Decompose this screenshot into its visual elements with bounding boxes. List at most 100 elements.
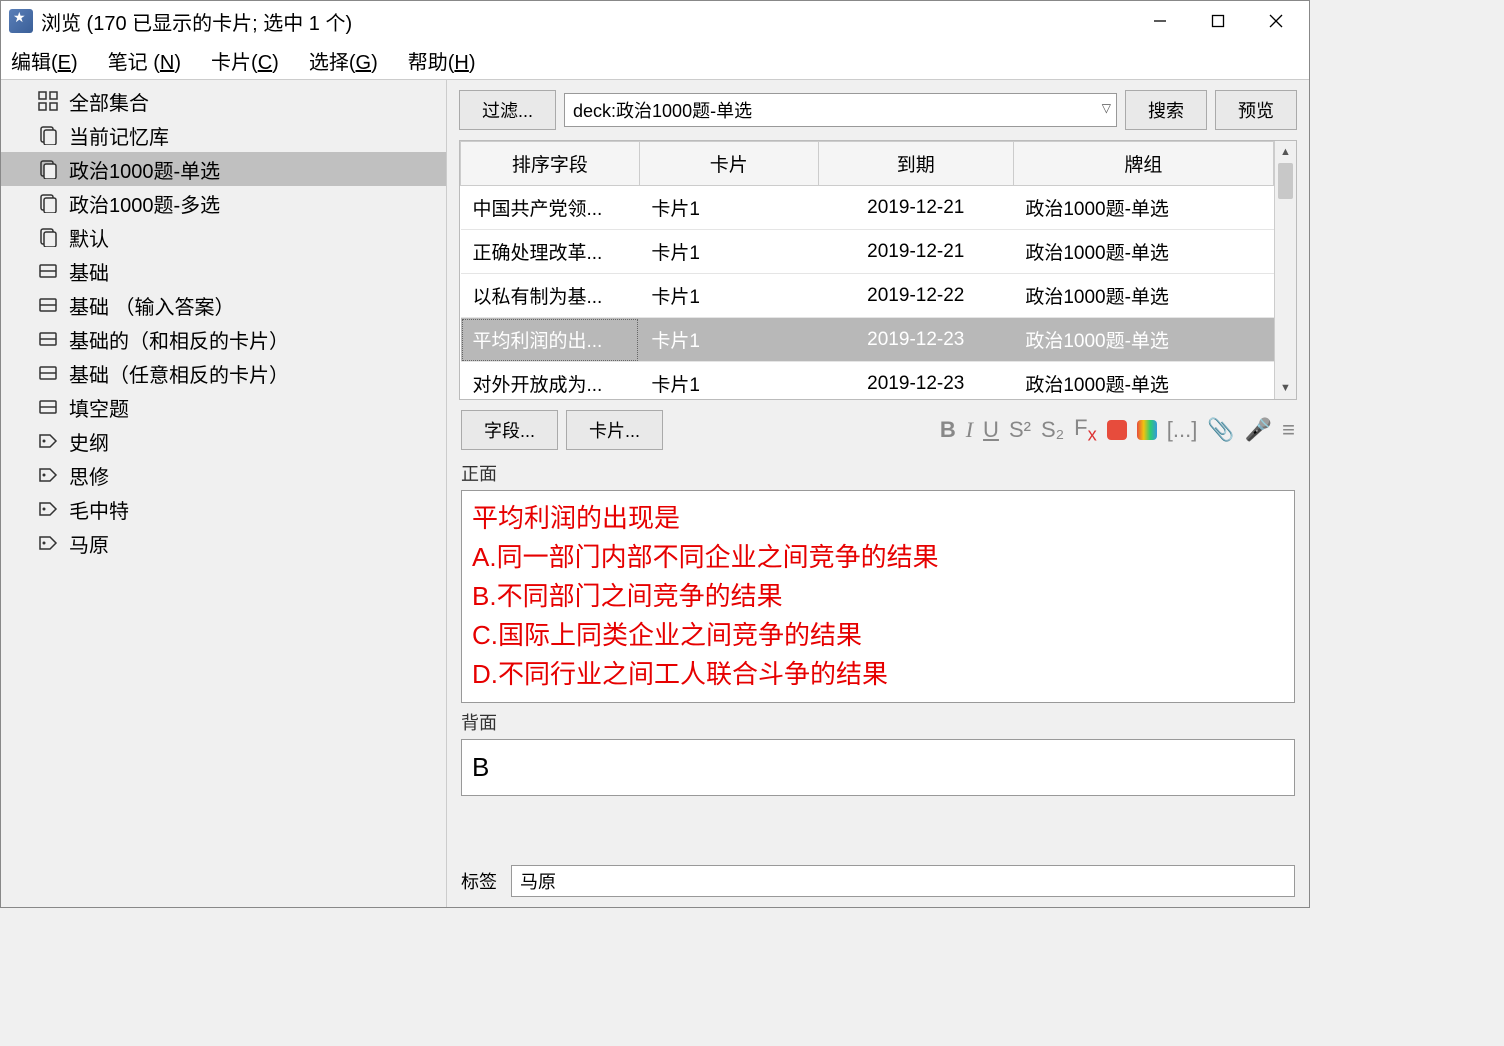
underline-icon[interactable]: U <box>983 417 999 443</box>
tag-icon <box>37 499 59 519</box>
tag-icon <box>37 431 59 451</box>
note-icon <box>37 295 59 315</box>
sidebar-item-label: 全部集合 <box>69 87 149 116</box>
sidebar-item-label: 填空题 <box>69 393 129 422</box>
scroll-up-icon[interactable]: ▲ <box>1275 141 1296 163</box>
minimize-button[interactable] <box>1131 2 1189 40</box>
table-header-row: 排序字段 卡片 到期 牌组 <box>461 142 1274 186</box>
deck-icon <box>37 159 59 179</box>
sidebar-item-label: 基础（任意相反的卡片） <box>69 359 289 388</box>
col-sort[interactable]: 排序字段 <box>461 142 640 186</box>
main-panel: 过滤... ▽ 搜索 预览 排序字段 卡片 到期 牌组 <box>447 80 1309 907</box>
fields-button[interactable]: 字段... <box>461 410 558 450</box>
sidebar-item[interactable]: 思修 <box>1 458 446 492</box>
maximize-button[interactable] <box>1189 2 1247 40</box>
subscript-icon[interactable]: S₂ <box>1041 417 1064 443</box>
sidebar-item-label: 基础 <box>69 257 109 286</box>
table-row[interactable]: 中国共产党领...卡片12019-12-21政治1000题-单选 <box>461 186 1274 230</box>
titlebar: 浏览 (170 已显示的卡片; 选中 1 个) <box>1 1 1309 41</box>
tag-icon <box>37 465 59 485</box>
sidebar-item-label: 基础 （输入答案） <box>69 291 235 320</box>
front-field[interactable]: 平均利润的出现是A.同一部门内部不同企业之间竞争的结果B.不同部门之间竞争的结果… <box>461 490 1295 703</box>
note-icon <box>37 329 59 349</box>
menu-edit[interactable]: 编辑(E) <box>11 46 78 75</box>
bold-icon[interactable]: B <box>940 417 956 443</box>
sidebar-item[interactable]: 基础 （输入答案） <box>1 288 446 322</box>
sidebar-item[interactable]: 全部集合 <box>1 84 446 118</box>
back-field[interactable]: B <box>461 739 1295 796</box>
search-button[interactable]: 搜索 <box>1125 90 1207 130</box>
content: 全部集合当前记忆库政治1000题-单选政治1000题-多选默认基础基础 （输入答… <box>1 79 1309 907</box>
sidebar-item[interactable]: 填空题 <box>1 390 446 424</box>
browse-window: 浏览 (170 已显示的卡片; 选中 1 个) 编辑(E) 笔记 (N) 卡片(… <box>0 0 1310 908</box>
menu-select[interactable]: 选择(G) <box>309 46 378 75</box>
back-label: 背面 <box>461 709 1295 735</box>
deck-icon <box>37 227 59 247</box>
sidebar-item[interactable]: 政治1000题-多选 <box>1 186 446 220</box>
table-row[interactable]: 对外开放成为...卡片12019-12-23政治1000题-单选 <box>461 362 1274 400</box>
preview-button[interactable]: 预览 <box>1215 90 1297 130</box>
more-icon[interactable]: ≡ <box>1282 417 1295 443</box>
format-icons: B I U S² S₂ Fx [...] 📎 🎤 ≡ <box>940 415 1295 445</box>
tags-row: 标签 <box>447 859 1309 907</box>
note-icon <box>37 397 59 417</box>
cards-button[interactable]: 卡片... <box>566 410 663 450</box>
note-icon <box>37 261 59 281</box>
col-deck[interactable]: 牌组 <box>1013 142 1273 186</box>
table-row[interactable]: 正确处理改革...卡片12019-12-21政治1000题-单选 <box>461 230 1274 274</box>
record-icon[interactable]: 🎤 <box>1245 417 1272 443</box>
text-color-icon[interactable] <box>1107 420 1127 440</box>
window-title: 浏览 (170 已显示的卡片; 选中 1 个) <box>41 7 1131 36</box>
col-due[interactable]: 到期 <box>818 142 1013 186</box>
sidebar-item[interactable]: 基础的（和相反的卡片） <box>1 322 446 356</box>
superscript-icon[interactable]: S² <box>1009 417 1031 443</box>
sidebar-item[interactable]: 基础（任意相反的卡片） <box>1 356 446 390</box>
close-button[interactable] <box>1247 2 1305 40</box>
cloze-icon[interactable]: [...] <box>1167 417 1198 443</box>
menu-help[interactable]: 帮助(H) <box>408 46 476 75</box>
note-icon <box>37 363 59 383</box>
sidebar-item-label: 毛中特 <box>69 495 129 524</box>
filter-button[interactable]: 过滤... <box>459 90 556 130</box>
highlight-color-icon[interactable] <box>1137 420 1157 440</box>
attachment-icon[interactable]: 📎 <box>1207 417 1234 443</box>
italic-icon[interactable]: I <box>966 417 973 443</box>
sidebar-item[interactable]: 毛中特 <box>1 492 446 526</box>
menu-notes[interactable]: 笔记 (N) <box>108 46 181 75</box>
scroll-thumb[interactable] <box>1278 163 1293 199</box>
editor-body: 正面 平均利润的出现是A.同一部门内部不同企业之间竞争的结果B.不同部门之间竞争… <box>461 454 1295 851</box>
col-card[interactable]: 卡片 <box>639 142 818 186</box>
editor-toolbar: 字段... 卡片... B I U S² S₂ Fx [...] 📎 🎤 ≡ <box>447 400 1309 454</box>
sidebar-item-label: 思修 <box>69 461 109 490</box>
sidebar-item[interactable]: 当前记忆库 <box>1 118 446 152</box>
sidebar-item[interactable]: 政治1000题-单选 <box>1 152 446 186</box>
tag-icon <box>37 533 59 553</box>
tags-input[interactable] <box>511 865 1295 897</box>
sidebar-item-label: 马原 <box>69 529 109 558</box>
sidebar-item[interactable]: 默认 <box>1 220 446 254</box>
sidebar-item-label: 默认 <box>69 223 109 252</box>
front-label: 正面 <box>461 460 1295 486</box>
table-row[interactable]: 以私有制为基...卡片12019-12-22政治1000题-单选 <box>461 274 1274 318</box>
search-bar: 过滤... ▽ 搜索 预览 <box>447 80 1309 140</box>
deck-icon <box>37 193 59 213</box>
sidebar-item-label: 史纲 <box>69 427 109 456</box>
sidebar-item-label: 基础的（和相反的卡片） <box>69 325 289 354</box>
clear-format-icon[interactable]: Fx <box>1074 415 1097 445</box>
grid-icon <box>37 91 59 111</box>
sidebar-item[interactable]: 基础 <box>1 254 446 288</box>
tags-label: 标签 <box>461 868 497 894</box>
table-row[interactable]: 平均利润的出...卡片12019-12-23政治1000题-单选 <box>461 318 1274 362</box>
sidebar-item-label: 政治1000题-多选 <box>69 189 220 218</box>
scroll-down-icon[interactable]: ▼ <box>1275 377 1296 399</box>
menu-cards[interactable]: 卡片(C) <box>211 46 279 75</box>
app-icon <box>9 9 33 33</box>
sidebar-item-label: 政治1000题-单选 <box>69 155 220 184</box>
table-scrollbar[interactable]: ▲ ▼ <box>1274 141 1296 399</box>
window-controls <box>1131 2 1305 40</box>
sidebar-item[interactable]: 马原 <box>1 526 446 560</box>
menubar: 编辑(E) 笔记 (N) 卡片(C) 选择(G) 帮助(H) <box>1 41 1309 79</box>
search-input[interactable] <box>564 93 1117 127</box>
deck-icon <box>37 125 59 145</box>
sidebar-item[interactable]: 史纲 <box>1 424 446 458</box>
